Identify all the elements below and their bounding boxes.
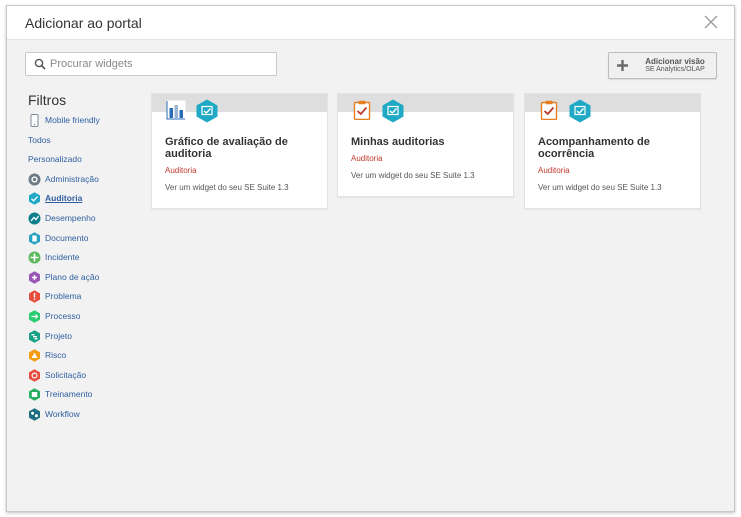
filter-todos[interactable]: Todos [28,132,51,148]
performance-icon [28,212,41,224]
filter-label: Solicitação [45,370,87,380]
filter-treinamento[interactable]: Treinamento [28,386,92,402]
filter-solicitacao[interactable]: Solicitação [28,367,86,383]
risk-icon [29,348,40,362]
filter-documento[interactable]: Documento [28,230,88,246]
add-to-portal-dialog: Adicionar ao portal Adicionar visão SE A… [6,5,735,512]
filter-label: Personalizado [28,154,82,164]
card-description: Ver um widget do seu SE Suite 1.3 [351,171,475,180]
search-input[interactable] [50,55,272,73]
filter-label: Documento [45,233,89,243]
filter-problema[interactable]: Problema [28,288,81,304]
add-view-button[interactable]: Adicionar visão SE Analytics/OLAP [608,52,717,79]
incident-icon [28,251,41,263]
card-title: Minhas auditorias [351,136,445,148]
dialog-header: Adicionar ao portal [7,6,734,40]
search-field[interactable] [25,52,277,76]
card-category: Auditoria [165,166,197,175]
filter-label: Treinamento [45,389,93,399]
audit-icon [29,191,40,205]
problem-icon [29,289,40,303]
filter-label: Projeto [45,331,72,341]
filter-auditoria[interactable]: Auditoria [28,190,82,206]
clipboard-check-icon [353,100,371,120]
gear-icon [28,173,41,185]
filter-plano-de-acao[interactable]: Plano de ação [28,269,99,285]
filters-heading: Filtros [28,92,67,108]
card-title: Gráfico de avaliação de auditoria [165,136,288,160]
audit-module-icon [196,99,218,123]
filter-label: Plano de ação [45,272,100,282]
filter-processo[interactable]: Processo [28,308,80,324]
filter-label: Incidente [45,252,80,262]
widget-card[interactable]: Minhas auditorias Auditoria Ver um widge… [337,93,514,197]
widget-card[interactable]: Gráfico de avaliação de auditoria Audito… [151,93,328,209]
filter-label: Desempenho [45,213,96,223]
process-icon [29,309,40,323]
document-icon [29,231,40,245]
audit-module-icon [569,99,591,123]
filter-projeto[interactable]: Projeto [28,328,72,344]
card-description: Ver um widget do seu SE Suite 1.3 [538,183,662,192]
audit-module-icon [382,99,404,123]
filter-workflow[interactable]: Workflow [28,406,80,422]
card-category: Auditoria [351,154,383,163]
card-description: Ver um widget do seu SE Suite 1.3 [165,183,289,192]
workflow-icon [29,407,40,421]
bar-chart-icon [166,100,186,120]
filter-label: Problema [45,291,82,301]
filter-personalizado[interactable]: Personalizado [28,151,82,167]
filter-label: Workflow [45,409,80,419]
dialog-title: Adicionar ao portal [25,15,142,31]
filter-label: Todos [28,135,51,145]
mobile-icon [30,113,39,127]
filter-desempenho[interactable]: Desempenho [28,210,96,226]
clipboard-check-icon [540,100,558,120]
action-plan-icon [29,270,40,284]
card-category: Auditoria [538,166,570,175]
filter-administracao[interactable]: Administração [28,171,99,187]
project-icon [29,329,40,343]
filter-label: Auditoria [45,193,83,203]
plus-icon [617,60,628,71]
widget-card[interactable]: Acompanhamento de ocorrência Auditoria V… [524,93,701,209]
add-view-sublabel: SE Analytics/OLAP [645,66,705,73]
filter-risco[interactable]: Risco [28,347,66,363]
card-title: Acompanhamento de ocorrência [538,136,650,160]
training-icon [29,387,40,401]
filter-incidente[interactable]: Incidente [28,249,80,265]
search-icon [34,58,46,70]
filter-label: Mobile friendly [45,115,100,125]
filter-label: Administração [45,174,99,184]
filter-label: Risco [45,350,67,360]
filter-label: Processo [45,311,81,321]
request-icon [29,368,40,382]
close-icon[interactable] [704,15,718,29]
filter-mobile-friendly[interactable]: Mobile friendly [28,112,100,128]
add-view-label: Adicionar visão [645,57,705,66]
